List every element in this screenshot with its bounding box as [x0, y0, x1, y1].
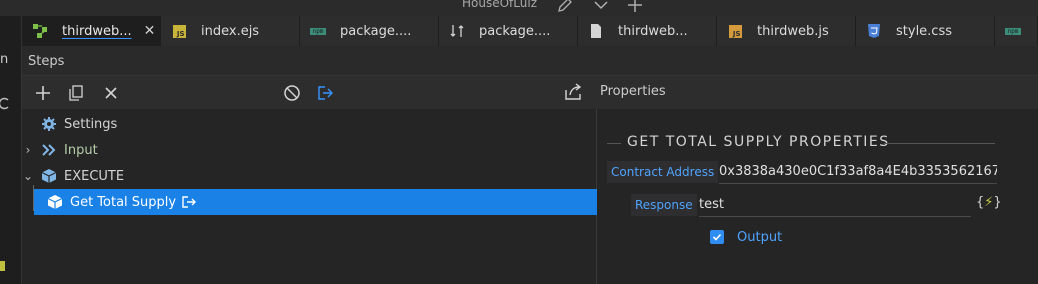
add-step-button[interactable]: [32, 82, 54, 104]
share-icon: [565, 83, 582, 100]
chevron-down-icon[interactable]: ⌄: [22, 169, 34, 183]
delete-step-button[interactable]: [100, 82, 122, 104]
editor-tabs: thirdweb... ✕ JS index.ejs npm package..…: [22, 16, 1038, 46]
contract-address-label: Contract Address: [607, 161, 719, 183]
response-label: Response: [631, 194, 697, 216]
exit-arrow-icon: [318, 86, 333, 100]
plus-icon: [36, 86, 50, 100]
expression-button[interactable]: {⚡}: [976, 195, 1002, 210]
tree-item-label: Settings: [64, 116, 118, 132]
gutter-letter: n: [0, 52, 9, 67]
tree-item-label: Input: [64, 142, 98, 158]
response-value: test: [699, 197, 724, 212]
steps-tree: Settings › Input ⌄ EXECUTE Get Total Sup…: [22, 109, 597, 284]
tab-label: index.ejs: [201, 23, 260, 39]
tab-label: thirdweb...: [62, 23, 132, 39]
output-label[interactable]: Output: [737, 230, 782, 245]
tab-label: package....: [340, 23, 412, 39]
window-title: HouseOfLuiz: [462, 0, 537, 10]
close-icon: [105, 87, 117, 99]
file-icon: [588, 23, 604, 39]
tab-style-css[interactable]: style.css: [856, 16, 995, 46]
tab-label: thirdweb...: [618, 23, 688, 39]
chevron-right-icon[interactable]: ›: [22, 143, 34, 157]
pencil-icon[interactable]: [556, 0, 574, 14]
tree-item-label: Get Total Supply: [70, 194, 177, 210]
copy-icon: [69, 85, 83, 101]
chevron-down-icon[interactable]: [592, 0, 610, 14]
exit-step-button[interactable]: [314, 82, 336, 104]
plus-icon[interactable]: [626, 0, 644, 14]
copy-step-button[interactable]: [65, 82, 87, 104]
brace-close: }: [993, 195, 1002, 210]
tab-index-ejs[interactable]: JS index.ejs: [161, 16, 300, 46]
check-icon: [712, 233, 722, 241]
tab-package-diff[interactable]: package....: [439, 16, 578, 46]
tab-package-json[interactable]: npm package....: [300, 16, 439, 46]
prohibit-icon: [284, 85, 300, 101]
gear-icon: [40, 115, 58, 133]
tree-item-settings[interactable]: Settings: [22, 111, 597, 137]
tab-label: package....: [479, 23, 551, 39]
js-file-icon: JS: [727, 23, 743, 39]
refresh-icon[interactable]: [0, 96, 10, 110]
gutter-marker: [0, 261, 5, 271]
tab-label: thirdweb.js: [757, 23, 829, 39]
left-gutter: n: [0, 16, 22, 284]
css-icon: [866, 23, 882, 39]
share-button[interactable]: [562, 81, 584, 103]
cube-icon: [40, 167, 58, 185]
tab-npm-overflow[interactable]: npm: [995, 16, 1038, 46]
double-chevron-icon: [40, 141, 58, 159]
close-icon[interactable]: ✕: [144, 23, 156, 39]
properties-title: Properties: [600, 84, 666, 99]
section-divider: [884, 143, 995, 144]
contract-address-value: 0x3838a430e0C1f33af8a4E4b3353562167: [719, 164, 997, 179]
section-title: GET TOTAL SUPPLY PROPERTIES: [627, 134, 890, 150]
tab-thirdweb-js[interactable]: JS thirdweb.js: [717, 16, 856, 46]
tree-item-get-total-supply[interactable]: Get Total Supply: [34, 189, 597, 215]
cube-icon: [46, 193, 64, 211]
tab-thirdweb-flow[interactable]: thirdweb... ✕: [22, 16, 161, 46]
npm-icon: npm: [310, 23, 326, 39]
tree-item-execute[interactable]: ⌄ EXECUTE: [22, 163, 597, 189]
flow-icon: [32, 23, 48, 39]
section-divider: [607, 143, 621, 144]
diff-icon: [449, 23, 465, 39]
tab-label: style.css: [896, 23, 952, 39]
exit-arrow-icon: [182, 196, 197, 208]
properties-panel: GET TOTAL SUPPLY PROPERTIES Contract Add…: [597, 109, 1038, 284]
window-title-bar: HouseOfLuiz: [0, 0, 1038, 16]
npm-icon: npm: [1005, 23, 1021, 39]
steps-title: Steps: [28, 54, 65, 69]
contract-address-field[interactable]: 0x3838a430e0C1f33af8a4E4b3353562167: [719, 160, 997, 184]
steps-toolbar: [22, 76, 597, 109]
js-file-icon: JS: [171, 23, 187, 39]
tab-thirdweb-file[interactable]: thirdweb...: [578, 16, 717, 46]
tree-item-label: EXECUTE: [64, 168, 125, 184]
properties-header: Properties: [597, 76, 1038, 109]
response-field[interactable]: test: [699, 193, 971, 217]
steps-panel-header: Steps: [22, 46, 1038, 76]
output-checkbox[interactable]: [710, 230, 724, 244]
disable-step-button[interactable]: [281, 82, 303, 104]
tree-item-input[interactable]: › Input: [22, 137, 597, 163]
